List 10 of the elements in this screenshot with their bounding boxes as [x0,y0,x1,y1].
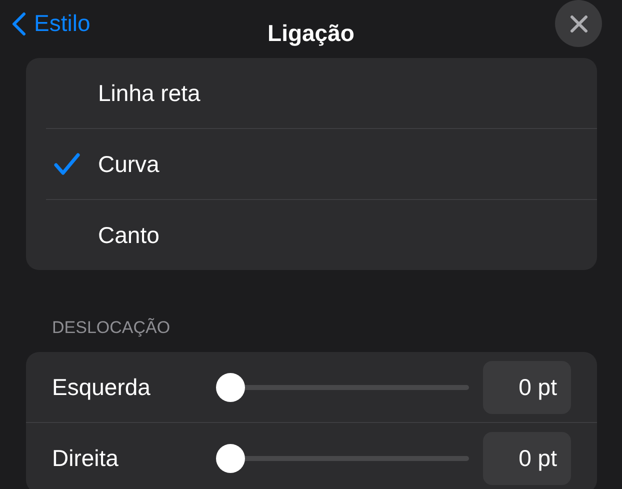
offset-label: Esquerda [51,374,152,400]
offset-label: Direita [51,444,120,472]
panel-title: Ligação [268,20,354,46]
value-field[interactable]: 0 pt [483,432,571,484]
connection-option[interactable]: Curva [26,129,577,199]
value-field[interactable]: 0 pt [483,360,571,414]
section-heading: DESLOCAÇÃO [52,318,170,337]
back-button[interactable]: Estilo [12,10,90,37]
connection-option[interactable]: Linha reta [26,58,597,128]
connection-option[interactable]: Canto [26,200,577,270]
